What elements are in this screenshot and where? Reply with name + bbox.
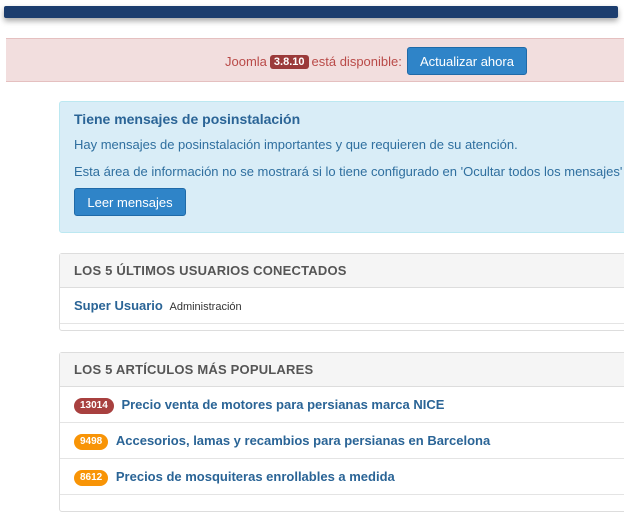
logged-users-header: LOS 5 ÚLTIMOS USUARIOS CONECTADOS [60,254,624,288]
list-item: 9498 Accesorios, lamas y recambios para … [60,423,624,459]
article-link[interactable]: Accesorios, lamas y recambios para persi… [116,433,490,448]
update-message: Joomla 3.8.10 está disponible: [225,54,402,69]
admin-topbar [4,6,618,18]
user-name-link[interactable]: Super Usuario [74,298,163,313]
postinstall-description: Hay mensajes de posinstalación important… [74,137,518,152]
version-badge: 3.8.10 [269,55,309,69]
postinstall-hide-note: Esta área de información no se mostrará … [74,164,623,179]
article-link[interactable]: Precios de mosquiteras enrollables a med… [116,469,395,484]
logged-users-module: LOS 5 ÚLTIMOS USUARIOS CONECTADOS Super … [59,253,624,331]
update-suffix: está disponible: [311,54,402,69]
update-now-button[interactable]: Actualizar ahora [407,47,527,75]
hits-badge: 8612 [74,470,109,486]
postinstall-title: Tiene mensajes de posinstalación [74,111,301,127]
popular-articles-header: LOS 5 ARTÍCULOS MÁS POPULARES [60,353,624,387]
list-item: Super Usuario Administración [60,288,624,324]
hits-badge: 9498 [74,434,109,450]
hits-badge: 13014 [74,398,114,414]
popular-articles-module: LOS 5 ARTÍCULOS MÁS POPULARES 13014 Prec… [59,352,624,512]
postinstall-messages-panel: Tiene mensajes de posinstalación Hay men… [59,101,624,233]
read-messages-button[interactable]: Leer mensajes [74,188,186,216]
update-notification-bar: Joomla 3.8.10 está disponible: Actualizar … [6,38,624,82]
article-link[interactable]: Precio venta de motores para persianas m… [121,397,444,412]
list-item: 8612 Precios de mosquiteras enrollables … [60,459,624,495]
list-item: 13014 Precio venta de motores para persi… [60,387,624,423]
user-role: Administración [169,301,242,313]
update-prefix: Joomla [225,54,267,69]
